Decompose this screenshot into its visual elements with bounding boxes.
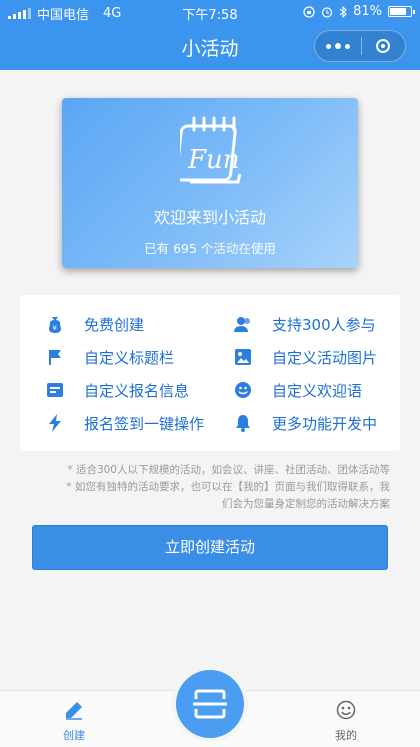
close-target-icon[interactable] bbox=[361, 31, 405, 61]
money-bag-icon: ¥ bbox=[46, 315, 64, 333]
feature-label: 自定义报名信息 bbox=[84, 381, 190, 400]
feature-label: 自定义活动图片 bbox=[272, 348, 378, 367]
feature-item: 更多功能开发中 bbox=[234, 412, 377, 434]
lightning-icon bbox=[46, 414, 64, 432]
feature-item: 自定义欢迎语 bbox=[234, 379, 362, 401]
tab-me-label: 我的 bbox=[335, 729, 357, 742]
svg-text:¥: ¥ bbox=[53, 324, 58, 332]
tab-create[interactable]: 创建 bbox=[44, 699, 104, 743]
battery-icon bbox=[388, 6, 415, 17]
feature-item: 自定义标题栏 bbox=[46, 346, 174, 368]
feature-list: ¥ 免费创建 支持300人参与 自定义标题栏 自定义活动图片 自定义报名信息 自… bbox=[20, 295, 400, 451]
mini-program-capsule bbox=[314, 30, 406, 62]
flag-icon bbox=[46, 348, 64, 366]
welcome-banner: Fun 欢迎来到小活动 已有 695 个活动在使用 bbox=[62, 98, 358, 268]
feature-label: 更多功能开发中 bbox=[272, 414, 378, 433]
feature-label: 自定义标题栏 bbox=[84, 348, 175, 367]
welcome-title: 欢迎来到小活动 bbox=[153, 208, 266, 227]
pencil-icon bbox=[44, 699, 104, 721]
feature-label: 报名签到一键操作 bbox=[84, 414, 205, 433]
note-line: * 适合300人以下规模的活动，如会议、讲座、社团活动、团体活动等 bbox=[67, 464, 390, 476]
fun-logo-text: Fun bbox=[187, 145, 240, 175]
smiley-face-icon bbox=[316, 699, 376, 721]
users-icon bbox=[234, 315, 252, 333]
feature-item: 自定义活动图片 bbox=[234, 346, 377, 368]
tab-create-label: 创建 bbox=[63, 729, 85, 742]
notes: * 适合300人以下规模的活动，如会议、讲座、社团活动、团体活动等 * 如您有独… bbox=[30, 462, 390, 513]
fun-calendar-icon: Fun bbox=[180, 116, 242, 184]
tab-me[interactable]: 我的 bbox=[316, 699, 376, 743]
feature-label: 免费创建 bbox=[84, 315, 145, 334]
feature-item: 自定义报名信息 bbox=[46, 379, 189, 401]
create-activity-button[interactable]: 立即创建活动 bbox=[32, 525, 388, 570]
bell-icon bbox=[234, 414, 252, 432]
note-line: * 如您有独特的活动要求，也可以在【我的】页面与我们取得联系，我 bbox=[66, 481, 390, 493]
image-icon bbox=[234, 348, 252, 366]
feature-label: 自定义欢迎语 bbox=[272, 381, 363, 400]
scan-button[interactable] bbox=[176, 670, 244, 738]
lock-rotation-icon bbox=[303, 5, 315, 18]
feature-item: 报名签到一键操作 bbox=[46, 412, 204, 434]
bluetooth-icon bbox=[339, 5, 347, 18]
feature-item: 支持300人参与 bbox=[234, 313, 376, 335]
note-line: 们会为您量身定制您的活动解决方案 bbox=[222, 498, 390, 510]
form-icon bbox=[46, 381, 64, 399]
battery-percent: 81% bbox=[353, 4, 382, 19]
more-dots-icon[interactable] bbox=[315, 31, 361, 61]
feature-label: 支持300人参与 bbox=[272, 315, 376, 334]
alarm-icon bbox=[321, 6, 333, 18]
usage-count: 已有 695 个活动在使用 bbox=[144, 241, 276, 256]
smile-icon bbox=[234, 381, 252, 399]
scan-icon bbox=[193, 689, 227, 719]
feature-item: ¥ 免费创建 bbox=[46, 313, 144, 335]
nav-bar: 小活动 bbox=[0, 24, 420, 70]
status-bar: 中国电信 4G 下午7:58 81% bbox=[0, 0, 420, 24]
